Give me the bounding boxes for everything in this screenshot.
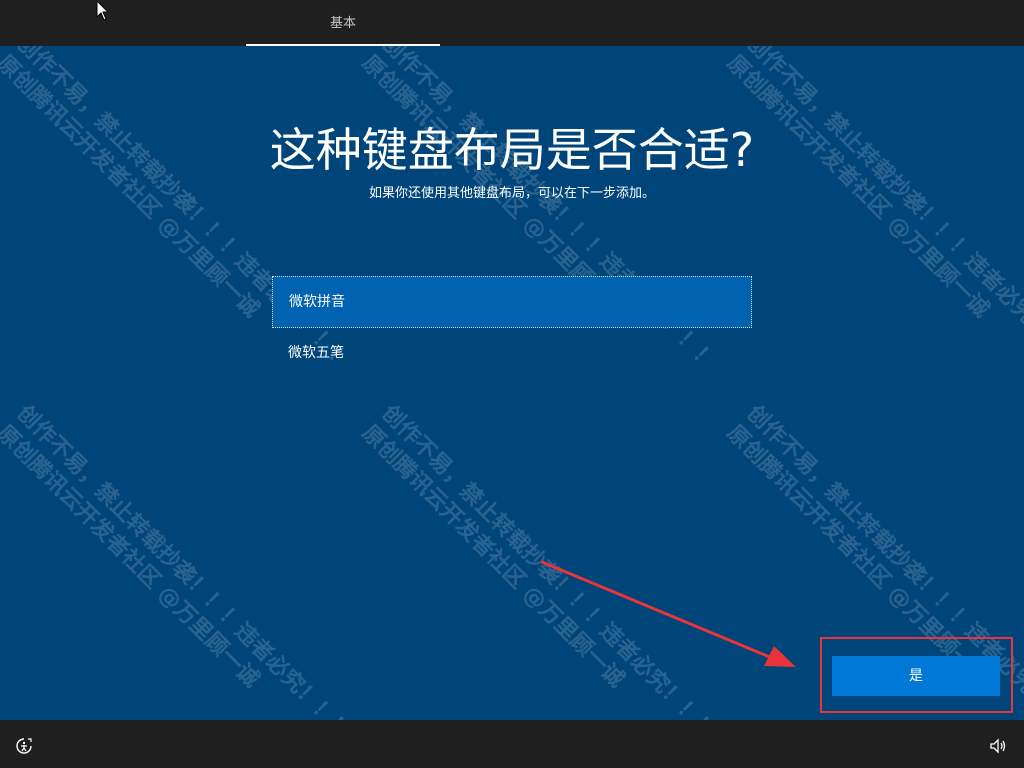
top-bar: 基本 [0, 0, 1024, 46]
oobe-screen: 创作不易，禁止转载抄袭！！！违者必究！！！ 原创腾讯云开发者社区 @万里顾一诚 … [0, 0, 1024, 768]
volume-icon[interactable] [988, 736, 1008, 756]
watermark: 创作不易，禁止转载抄袭！！！违者必究！！！ 原创腾讯云开发者社区 @万里顾一诚 [0, 400, 356, 746]
page-title: 这种键盘布局是否合适? [269, 123, 755, 177]
tab-basics[interactable]: 基本 [246, 0, 440, 46]
keyboard-layout-list: 微软拼音 微软五笔 [272, 276, 752, 380]
layout-item-microsoft-wubi[interactable]: 微软五笔 [272, 328, 752, 380]
layout-item-microsoft-pinyin[interactable]: 微软拼音 [272, 276, 752, 328]
mouse-cursor-icon [96, 0, 110, 21]
bottom-bar [0, 720, 1024, 768]
watermark: 创作不易，禁止转载抄袭！！！违者必究！！！ 原创腾讯云开发者社区 @万里顾一诚 [356, 400, 721, 746]
yes-button[interactable]: 是 [832, 656, 1000, 696]
page-subtitle: 如果你还使用其他键盘布局，可以在下一步添加。 [368, 186, 655, 201]
ease-of-access-icon[interactable] [14, 736, 34, 756]
watermark: 创作不易，禁止转载抄袭！！！违者必究！！！ 原创腾讯云开发者社区 @万里顾一诚 [721, 30, 1024, 376]
